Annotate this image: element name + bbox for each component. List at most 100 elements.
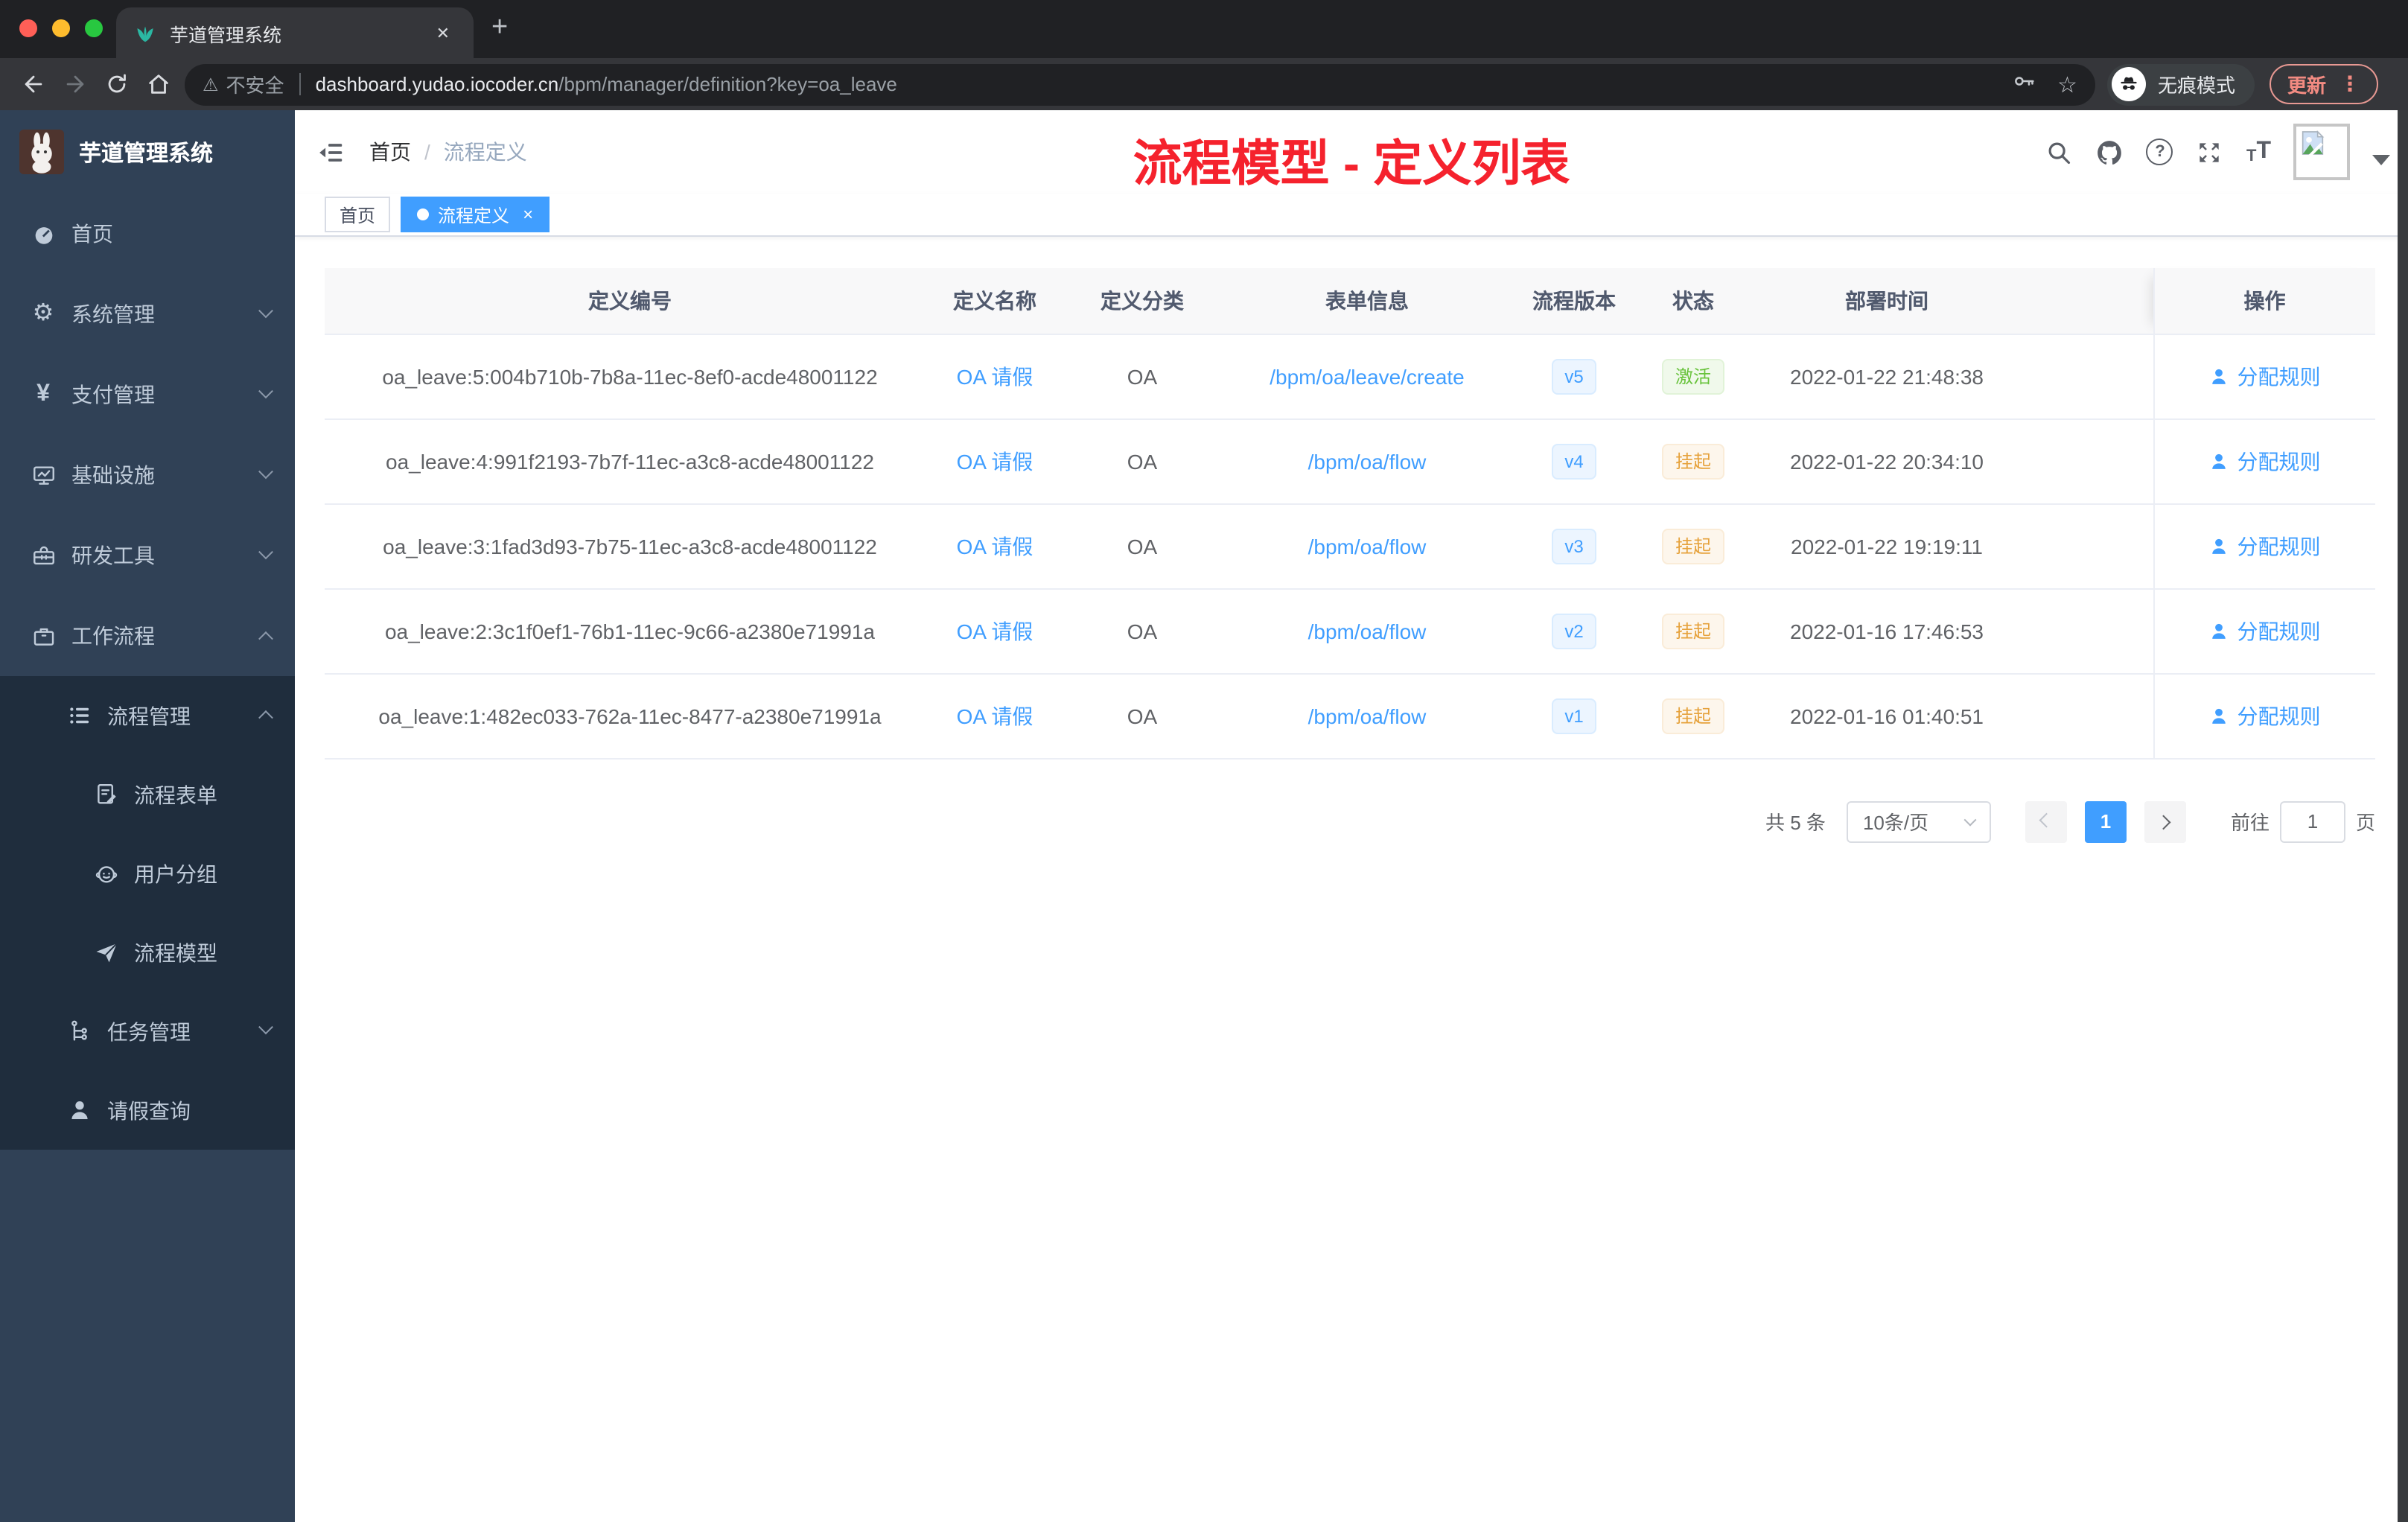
app-title: 芋道管理系统	[79, 141, 214, 166]
sidebar-item-dev-tools[interactable]: 研发工具	[0, 515, 295, 596]
browser-menu-icon[interactable]: ⋮	[2339, 71, 2360, 97]
user-icon	[2212, 453, 2226, 468]
tags-view: 首页 流程定义 ×	[295, 194, 2408, 237]
sidebar-item-process-model[interactable]: 流程模型	[0, 913, 295, 992]
briefcase-icon	[30, 623, 57, 649]
pagination: 共 5 条 10条/页 1 前往 页	[325, 800, 2375, 842]
definition-name-link[interactable]: OA 请假	[957, 364, 1033, 388]
back-icon[interactable]	[12, 63, 54, 105]
tab-close-icon[interactable]: ✕	[430, 20, 456, 45]
definition-name-link[interactable]: OA 请假	[957, 704, 1033, 727]
user-icon	[2212, 623, 2226, 638]
process-list-icon	[66, 702, 92, 729]
table-header-row: 定义编号 定义名称 定义分类 表单信息 流程版本 状态 部署时间 操作	[325, 268, 2375, 334]
incognito-icon	[2111, 67, 2146, 101]
password-key-icon[interactable]	[2011, 68, 2036, 101]
browser-tab-strip: 芋道管理系统 ✕ +	[0, 0, 2408, 58]
sidebar-item-infrastructure[interactable]: 基础设施	[0, 435, 295, 515]
form-link[interactable]: /bpm/oa/leave/create	[1270, 364, 1465, 388]
reload-icon[interactable]	[95, 63, 137, 105]
sidebar-item-process-management[interactable]: 流程管理	[0, 676, 295, 755]
sidebar-item-process-form[interactable]: 流程表单	[0, 755, 295, 834]
category-cell: OA	[1054, 418, 1230, 504]
task-tree-icon	[66, 1018, 92, 1045]
page-scrollbar[interactable]	[2398, 110, 2408, 1522]
robot-face-icon	[92, 860, 119, 887]
breadcrumb-home[interactable]: 首页	[369, 137, 411, 167]
definition-name-link[interactable]: OA 请假	[957, 534, 1033, 558]
window-close-button[interactable]	[19, 19, 37, 37]
tag-process-definition[interactable]: 流程定义 ×	[401, 197, 550, 232]
column-header-status: 状态	[1644, 268, 1742, 334]
filler-cell	[2031, 418, 2153, 504]
version-badge: v3	[1551, 528, 1597, 564]
category-cell: OA	[1054, 588, 1230, 674]
address-bar[interactable]: ⚠ 不安全 dashboard.yudao.iocoder.cn /bpm/ma…	[185, 63, 2095, 105]
page-number-button[interactable]: 1	[2084, 800, 2127, 842]
assign-rule-link[interactable]: 分配规则	[2209, 531, 2321, 561]
dashboard-icon	[30, 220, 57, 247]
table-row: oa_leave:5:004b710b-7b8a-11ec-8ef0-acde4…	[325, 334, 2375, 419]
category-cell: OA	[1054, 334, 1230, 419]
page-content: 定义编号 定义名称 定义分类 表单信息 流程版本 状态 部署时间 操作 oa_l…	[295, 237, 2408, 842]
next-page-button[interactable]	[2144, 800, 2186, 842]
sidebar-item-payment[interactable]: ¥ 支付管理	[0, 354, 295, 435]
window-minimize-button[interactable]	[52, 19, 70, 37]
assign-rule-link[interactable]: 分配规则	[2209, 361, 2321, 391]
goto-page-input[interactable]	[2279, 800, 2345, 842]
breadcrumb: 首页 / 流程定义	[369, 137, 527, 167]
update-label: 更新	[2287, 74, 2326, 97]
deploy-time-cell: 2022-01-22 21:48:38	[1742, 334, 2031, 419]
version-badge: v2	[1551, 613, 1597, 649]
form-link[interactable]: /bpm/oa/flow	[1308, 449, 1427, 473]
assign-rule-link[interactable]: 分配规则	[2209, 446, 2321, 476]
search-icon[interactable]	[2045, 138, 2074, 166]
sidebar-logo-row[interactable]: 芋道管理系统	[0, 110, 295, 194]
page-size-select[interactable]: 10条/页	[1846, 800, 1991, 842]
deploy-time-cell: 2022-01-22 20:34:10	[1742, 418, 2031, 504]
avatar-dropdown-icon[interactable]	[2372, 154, 2390, 165]
form-link[interactable]: /bpm/oa/flow	[1308, 704, 1427, 727]
sidebar-item-workflow[interactable]: 工作流程	[0, 596, 295, 676]
sidebar-item-task-management[interactable]: 任务管理	[0, 992, 295, 1071]
browser-toolbar: ⚠ 不安全 dashboard.yudao.iocoder.cn /bpm/ma…	[0, 58, 2408, 110]
annotation-overlay: 流程模型 - 定义列表	[1133, 136, 1570, 191]
sidebar-item-system[interactable]: ⚙ 系统管理	[0, 274, 295, 354]
security-label[interactable]: 不安全	[226, 70, 284, 98]
prev-page-button[interactable]	[2025, 800, 2067, 842]
browser-tab[interactable]: 芋道管理系统 ✕	[116, 7, 474, 58]
tag-close-icon[interactable]: ×	[523, 204, 533, 225]
deploy-time-cell: 2022-01-16 01:40:51	[1742, 673, 2031, 759]
active-dot-icon	[417, 208, 430, 220]
avatar[interactable]	[2293, 124, 2350, 180]
form-link[interactable]: /bpm/oa/flow	[1308, 619, 1427, 643]
sidebar-item-leave-query[interactable]: 请假查询	[0, 1071, 295, 1150]
fullscreen-icon[interactable]	[2196, 138, 2224, 166]
form-link[interactable]: /bpm/oa/flow	[1308, 534, 1427, 558]
definition-id-cell: oa_leave:3:1fad3d93-7b75-11ec-a3c8-acde4…	[325, 503, 935, 589]
definition-name-link[interactable]: OA 请假	[957, 449, 1033, 473]
column-header-form: 表单信息	[1230, 268, 1504, 334]
new-tab-button[interactable]: +	[491, 10, 508, 46]
column-header-action: 操作	[2153, 268, 2375, 334]
home-icon[interactable]	[137, 63, 179, 105]
font-size-icon[interactable]: TT	[2246, 138, 2271, 165]
filler-cell	[2031, 673, 2153, 759]
update-button[interactable]: 更新 ⋮	[2269, 64, 2378, 104]
sidebar-item-user-group[interactable]: 用户分组	[0, 834, 295, 913]
help-icon[interactable]: ?	[2146, 138, 2173, 165]
definition-name-link[interactable]: OA 请假	[957, 619, 1033, 643]
forward-icon[interactable]	[54, 63, 95, 105]
logo-rabbit-avatar	[19, 130, 64, 174]
assign-rule-link[interactable]: 分配规则	[2209, 616, 2321, 646]
broken-image-icon	[2302, 130, 2325, 158]
assign-rule-link[interactable]: 分配规则	[2209, 701, 2321, 730]
sidebar-collapse-icon[interactable]	[317, 138, 345, 166]
column-header-id: 定义编号	[325, 268, 935, 334]
sidebar-item-home[interactable]: 首页	[0, 194, 295, 274]
window-zoom-button[interactable]	[85, 19, 103, 37]
bookmark-star-icon[interactable]: ☆	[2057, 71, 2077, 98]
github-icon[interactable]	[2096, 138, 2124, 166]
tag-home[interactable]: 首页	[325, 197, 391, 232]
column-header-category: 定义分类	[1054, 268, 1230, 334]
